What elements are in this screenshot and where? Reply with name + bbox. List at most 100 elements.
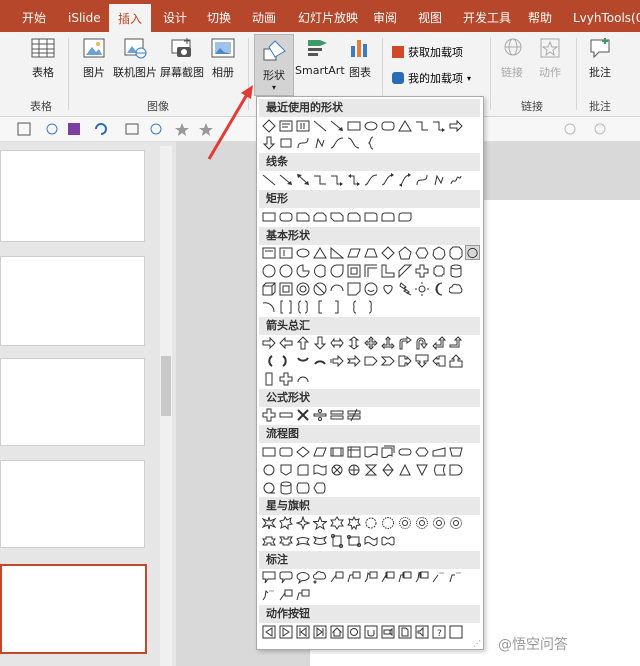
- tab-home[interactable]: 开始: [22, 0, 46, 32]
- action-forward-button-icon[interactable]: [278, 624, 293, 639]
- left-arrow-shape-icon[interactable]: [278, 335, 293, 350]
- line-callout-1-no-border-shape-icon[interactable]: [431, 569, 446, 584]
- elbow-arrow-connector-shape-icon[interactable]: [431, 118, 446, 133]
- flowchart-stored-data-shape-icon[interactable]: [431, 462, 446, 477]
- octagon-shape-icon[interactable]: [448, 245, 463, 260]
- recent-shapes-row-2[interactable]: [261, 135, 378, 152]
- curve-shape-icon[interactable]: [414, 172, 429, 187]
- flowchart-data-shape-icon[interactable]: [312, 444, 327, 459]
- pie-shape-icon[interactable]: [295, 263, 310, 278]
- action-back-button-icon[interactable]: [261, 624, 276, 639]
- elbow-double-arrow-connector-shape-icon[interactable]: [346, 172, 361, 187]
- 8-point-star-shape-icon[interactable]: [363, 515, 378, 530]
- tab-animations[interactable]: 动画: [252, 0, 276, 32]
- arrow-line-shape-icon[interactable]: [278, 172, 293, 187]
- flowchart-sort-shape-icon[interactable]: [380, 462, 395, 477]
- callouts-row-1[interactable]: [261, 569, 463, 586]
- scrollbar-handle[interactable]: [161, 356, 171, 416]
- basic-shapes-row-2[interactable]: [261, 263, 463, 280]
- textbox-shape-icon[interactable]: [261, 245, 276, 260]
- parallelogram-shape-icon[interactable]: [346, 245, 361, 260]
- action-information-button-icon[interactable]: [346, 624, 361, 639]
- action-sound-button-icon[interactable]: [414, 624, 429, 639]
- slide-thumbnail[interactable]: [0, 358, 145, 446]
- line-callout-3-no-border-shape-icon[interactable]: [261, 587, 276, 602]
- decagon-shape-icon[interactable]: [465, 245, 480, 260]
- notched-right-arrow-shape-icon[interactable]: [346, 353, 361, 368]
- can-shape-icon[interactable]: [448, 263, 463, 278]
- line-callout-2-shape-icon[interactable]: [346, 569, 361, 584]
- down-arrow-callout-shape-icon[interactable]: [414, 353, 429, 368]
- flowchart-connector-shape-icon[interactable]: [261, 462, 276, 477]
- line-shape-icon[interactable]: [312, 118, 327, 133]
- arrows-row-1[interactable]: [261, 335, 463, 352]
- left-bracket-shape-icon[interactable]: [312, 299, 327, 314]
- snip-rectangle-shape-icon[interactable]: [278, 135, 293, 150]
- arrow-line-shape-icon[interactable]: [329, 118, 344, 133]
- arrows-row-2[interactable]: [261, 353, 463, 370]
- flowchart-preparation-shape-icon[interactable]: [414, 444, 429, 459]
- double-arrow-line-shape-icon[interactable]: [295, 172, 310, 187]
- explosion-1-shape-icon[interactable]: [261, 515, 276, 530]
- rectangle-shape-icon[interactable]: [261, 209, 276, 224]
- photo-album-button[interactable]: 相册: [209, 36, 237, 80]
- tab-insert[interactable]: 插入: [109, 4, 151, 32]
- flowchart-merge-shape-icon[interactable]: [414, 462, 429, 477]
- snip-single-corner-rectangle-shape-icon[interactable]: [295, 209, 310, 224]
- snip-same-side-rectangle-shape-icon[interactable]: [312, 209, 327, 224]
- smiley-face-shape-icon[interactable]: [363, 281, 378, 296]
- round-diagonal-rectangle-shape-icon[interactable]: [397, 209, 412, 224]
- flowchart-card-shape-icon[interactable]: [295, 462, 310, 477]
- arc-shape-icon[interactable]: [261, 299, 276, 314]
- oval-callout-shape-icon[interactable]: [295, 569, 310, 584]
- plus-shape-icon[interactable]: [261, 407, 276, 422]
- slide-thumbnail[interactable]: [0, 460, 145, 548]
- diagonal-stripe-shape-icon[interactable]: [397, 263, 412, 278]
- flowchart-sequential-access-storage-shape-icon[interactable]: [261, 480, 276, 495]
- flowchart-extract-shape-icon[interactable]: [397, 462, 412, 477]
- flowchart-punched-tape-shape-icon[interactable]: [312, 462, 327, 477]
- double-brace-shape-icon[interactable]: [295, 299, 310, 314]
- picture-button[interactable]: 图片: [80, 36, 108, 80]
- trapezoid-shape-icon[interactable]: [363, 245, 378, 260]
- pentagon-shape-icon[interactable]: [397, 245, 412, 260]
- multiply-shape-icon[interactable]: [295, 407, 310, 422]
- rounded-rectangle-shape-icon[interactable]: [380, 118, 395, 133]
- left-right-arrow-shape-icon[interactable]: [329, 335, 344, 350]
- right-brace-shape-icon[interactable]: [363, 299, 378, 314]
- equal-shape-icon[interactable]: [329, 407, 344, 422]
- ribbon-up-shape-icon[interactable]: [261, 533, 276, 548]
- cloud-shape-icon[interactable]: [448, 281, 463, 296]
- left-right-up-arrow-shape-icon[interactable]: [380, 335, 395, 350]
- horizontal-scroll-shape-icon[interactable]: [346, 533, 361, 548]
- line-callout-2-border-accent-shape-icon[interactable]: [295, 587, 310, 602]
- chord-shape-icon[interactable]: [312, 263, 327, 278]
- 16-point-star-shape-icon[interactable]: [414, 515, 429, 530]
- line-callout-1-border-accent-shape-icon[interactable]: [278, 587, 293, 602]
- elbow-arrow-connector-shape-icon[interactable]: [329, 172, 344, 187]
- triangle-shape-icon[interactable]: [397, 118, 412, 133]
- action-beginning-button-icon[interactable]: [295, 624, 310, 639]
- 32-point-star-shape-icon[interactable]: [448, 515, 463, 530]
- double-wave-shape-icon[interactable]: [380, 533, 395, 548]
- bent-up-arrow-shape-icon[interactable]: [448, 335, 463, 350]
- line-callout-2-no-border-shape-icon[interactable]: [448, 569, 463, 584]
- link-button[interactable]: 链接: [500, 36, 524, 80]
- tab-design[interactable]: 设计: [163, 0, 187, 32]
- vertical-textbox-shape-icon[interactable]: [278, 245, 293, 260]
- u-turn-arrow-shape-icon[interactable]: [414, 335, 429, 350]
- equation-row[interactable]: [261, 407, 361, 424]
- pentagon-arrow-shape-icon[interactable]: [363, 353, 378, 368]
- curved-double-arrow-connector-shape-icon[interactable]: [397, 172, 412, 187]
- recent-shapes-row[interactable]: [261, 118, 463, 135]
- frame-shape-icon[interactable]: [346, 263, 361, 278]
- flowchart-row-2[interactable]: [261, 462, 463, 479]
- scribble-shape-icon[interactable]: [448, 172, 463, 187]
- curved-ribbon-up-shape-icon[interactable]: [295, 533, 310, 548]
- tab-review[interactable]: 审阅: [373, 0, 397, 32]
- line-callout-3-shape-icon[interactable]: [363, 569, 378, 584]
- heptagon-shape-icon[interactable]: [431, 245, 446, 260]
- flowchart-or-shape-icon[interactable]: [346, 462, 361, 477]
- divide-shape-icon[interactable]: [312, 407, 327, 422]
- curved-arrow-connector-shape-icon[interactable]: [380, 172, 395, 187]
